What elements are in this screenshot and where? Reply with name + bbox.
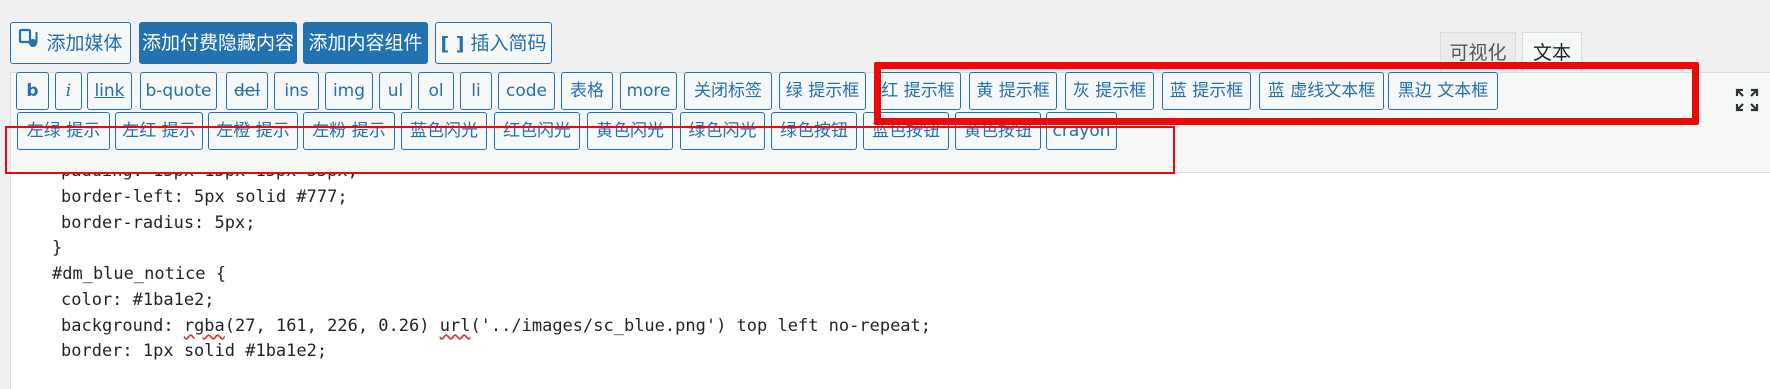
quicktag-button[interactable]: code bbox=[498, 72, 555, 110]
code-line: background: rgba(27, 161, 226, 0.26) url… bbox=[61, 316, 932, 336]
quicktag-button[interactable]: more bbox=[620, 72, 677, 110]
quicktag-button[interactable]: 关闭标签 bbox=[684, 72, 772, 110]
quicktag-button[interactable]: ins bbox=[274, 72, 319, 110]
quicktag-button[interactable]: 表格 bbox=[561, 72, 613, 110]
highlight-box-row1 bbox=[874, 62, 1699, 125]
code-line: border-radius: 5px; bbox=[61, 213, 256, 233]
code-line: #dm_blue_notice { bbox=[52, 264, 226, 284]
quicktag-button[interactable]: i bbox=[55, 72, 82, 110]
insert-shortcode-button[interactable]: [ ] 插入简码 bbox=[435, 22, 552, 64]
insert-shortcode-label: 插入简码 bbox=[470, 32, 547, 55]
code-line: color: #1ba1e2; bbox=[61, 290, 215, 310]
quicktag-button[interactable]: ul bbox=[379, 72, 412, 110]
quicktag-button[interactable]: 绿 提示框 bbox=[779, 72, 866, 110]
code-line: } bbox=[52, 238, 63, 258]
quicktag-button[interactable]: ol bbox=[418, 72, 454, 110]
quicktag-button[interactable]: b bbox=[16, 72, 49, 110]
add-paid-hidden-button[interactable]: 添加付费隐藏内容 bbox=[139, 22, 297, 64]
quicktag-button[interactable]: li bbox=[460, 72, 492, 110]
media-icon bbox=[18, 24, 40, 64]
add-content-block-button[interactable]: 添加内容组件 bbox=[303, 22, 428, 64]
quicktag-button[interactable]: img bbox=[325, 72, 373, 110]
quicktag-button[interactable]: b-quote bbox=[140, 72, 217, 110]
highlight-box-row2 bbox=[5, 126, 1175, 174]
add-media-label: 添加媒体 bbox=[46, 32, 123, 55]
quicktag-button[interactable]: del bbox=[226, 72, 268, 110]
add-media-button[interactable]: 添加媒体 bbox=[10, 22, 131, 64]
code-editor-textarea[interactable]: padding: 15px 15px 15px 35px; border-lef… bbox=[10, 172, 1770, 389]
fullscreen-icon[interactable] bbox=[1735, 88, 1759, 112]
code-line: border-left: 5px solid #777; bbox=[61, 187, 348, 207]
quicktag-button[interactable]: link bbox=[87, 72, 132, 110]
code-line: border: 1px solid #1ba1e2; bbox=[61, 341, 328, 361]
spellcheck-underline: rgba bbox=[183, 316, 225, 336]
brackets-icon: [ ] bbox=[440, 32, 465, 55]
spellcheck-underline: url bbox=[439, 316, 471, 336]
